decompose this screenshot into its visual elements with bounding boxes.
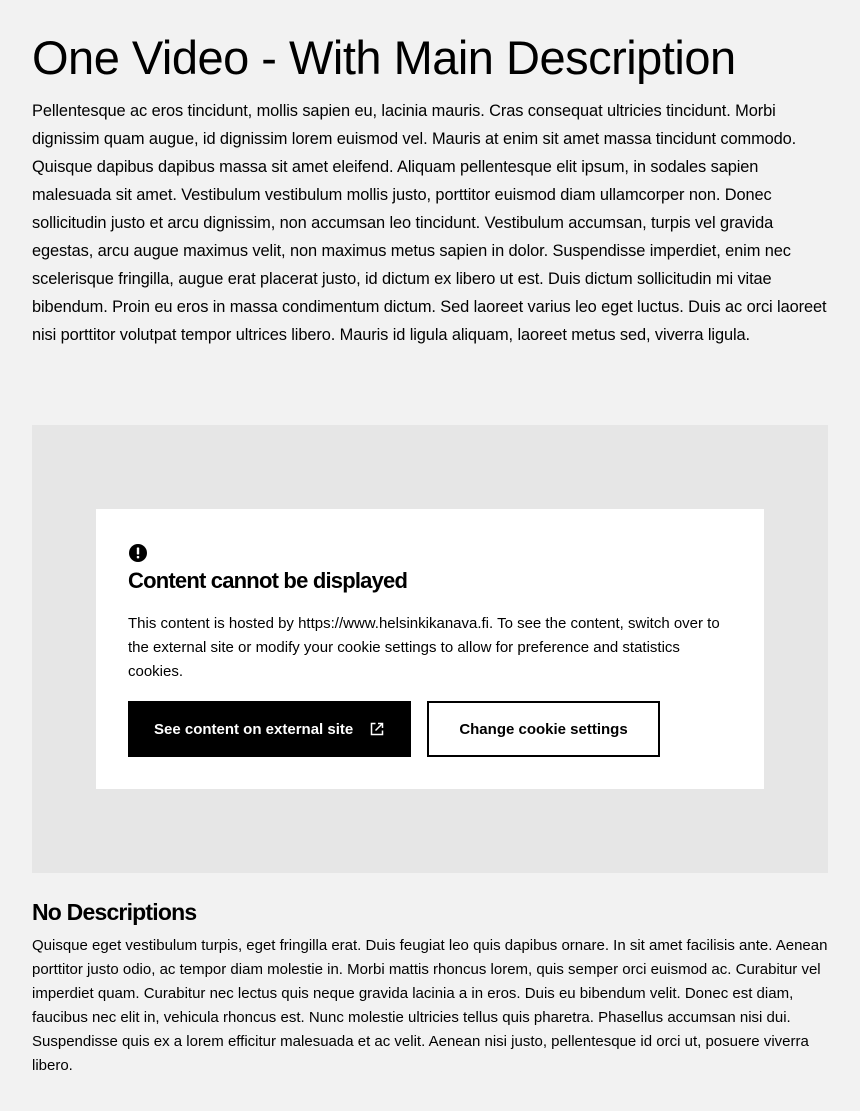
change-cookie-settings-label: Change cookie settings: [459, 720, 628, 738]
no-descriptions-title: No Descriptions: [32, 899, 197, 925]
alert-circle-icon: [128, 543, 148, 563]
see-content-external-button[interactable]: See content on external site: [128, 701, 411, 757]
page-title: One Video - With Main Description: [32, 31, 736, 84]
external-link-icon: [369, 721, 385, 737]
notice-text: This content is hosted by https://www.he…: [128, 615, 720, 680]
video-embed-placeholder: Content cannot be displayed This content…: [32, 425, 828, 873]
notice-title: Content cannot be displayed: [128, 568, 408, 593]
content-blocked-notice: Content cannot be displayed This content…: [96, 509, 764, 789]
change-cookie-settings-button[interactable]: Change cookie settings: [427, 701, 660, 757]
no-descriptions-text: Quisque eget vestibulum turpis, eget fri…: [32, 937, 828, 1074]
main-description: Pellentesque ac eros tincidunt, mollis s…: [32, 102, 827, 344]
see-content-external-label: See content on external site: [154, 720, 354, 738]
